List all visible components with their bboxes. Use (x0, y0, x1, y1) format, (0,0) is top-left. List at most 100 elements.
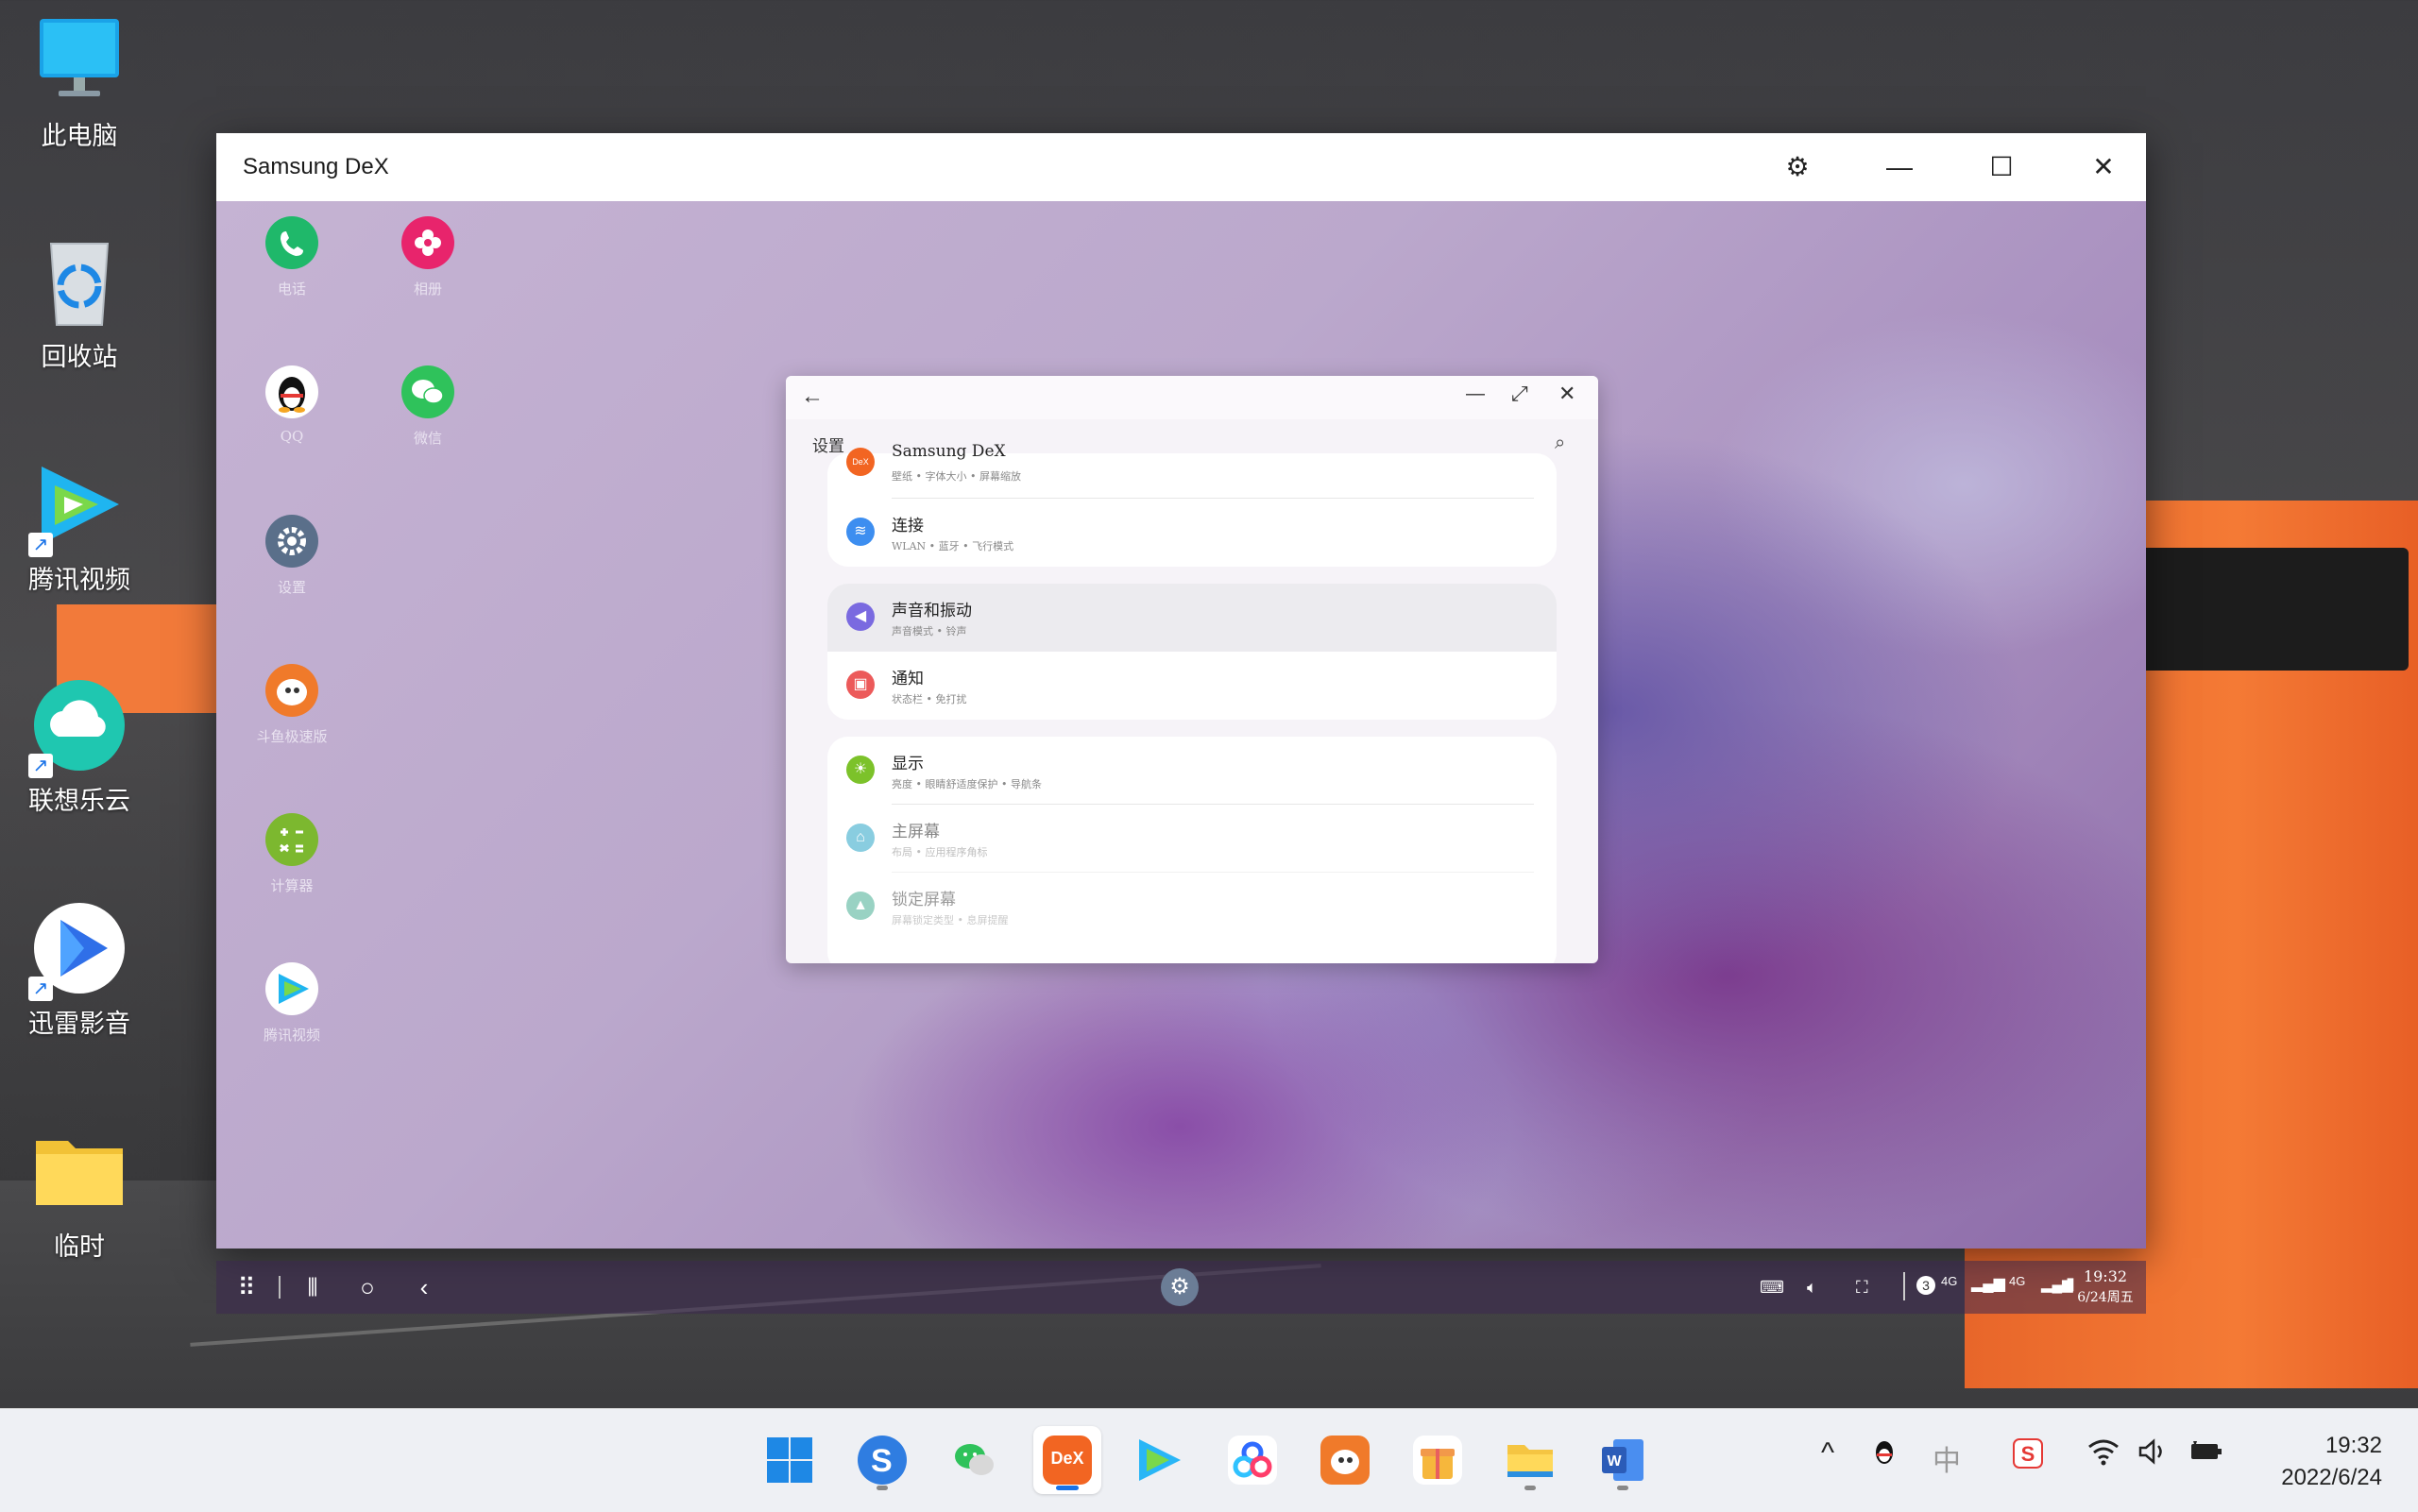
desktop-icon-label: 回收站 (41, 343, 118, 371)
signal-icon: ▂▄▆ (1971, 1276, 2005, 1292)
app-drawer-icon[interactable]: ⠿ (228, 1270, 265, 1304)
back-arrow-icon[interactable]: ← (801, 383, 824, 410)
close-button[interactable]: ✕ (2075, 146, 2132, 188)
screenshot-icon[interactable]: ⛶ (1856, 1278, 1868, 1298)
minimize-button[interactable]: — (1871, 146, 1928, 188)
volume-icon[interactable]: 🔈︎ (1807, 1278, 1817, 1298)
wifi-icon[interactable] (2087, 1437, 2120, 1473)
desktop-icon-folder[interactable]: 临时 (13, 1124, 145, 1263)
sogou-input-icon[interactable]: S (2012, 1437, 2044, 1477)
settings-item-title: 主屏幕 (892, 823, 940, 841)
douyu-icon (1320, 1436, 1370, 1485)
settings-item-samsung-dex[interactable]: DeX Samsung DeX 壁纸 • 字体大小 • 屏幕缩放 (827, 429, 1557, 499)
desktop-icon-tencent-video[interactable]: ↗ 腾讯视频 (13, 457, 145, 596)
running-settings-icon[interactable]: ⚙ (1161, 1268, 1199, 1306)
desktop-icon-lenovo-cloud[interactable]: ↗ 联想乐云 (13, 678, 145, 817)
taskbar-sogou-browser[interactable]: S (848, 1426, 916, 1494)
wifi-icon: ≋ (846, 518, 875, 546)
settings-item-lock-screen[interactable]: ▲ 锁定屏幕 屏幕锁定类型 • 息屏提醒 (827, 873, 1557, 941)
taskbar-wechat[interactable] (941, 1426, 1009, 1494)
settings-item-subtitle: 亮度 • 眼睛舒适度保护 • 导航条 (892, 778, 1042, 790)
taskbar-word[interactable]: W (1589, 1426, 1657, 1494)
settings-item-subtitle: 状态栏 • 免打扰 (892, 693, 967, 705)
dex-window[interactable]: Samsung DeX ⚙ — ☐ ✕ 电话 相册 QQ 微信 设置 斗鱼极速版… (216, 133, 2146, 1314)
windows-start-icon (765, 1436, 814, 1485)
settings-item-title: Samsung DeX (892, 442, 1006, 461)
taskbar-baidu-netdisk[interactable] (1218, 1426, 1286, 1494)
system-clock[interactable]: 19:32 2022/6/24 (2281, 1430, 2382, 1494)
desktop-icon-label: 临时 (54, 1232, 105, 1261)
network-label: 4G (1941, 1274, 1958, 1288)
expand-icon[interactable]: ⤢ (1511, 382, 1528, 406)
recent-apps-icon[interactable]: ⦀ (294, 1270, 332, 1304)
keyboard-icon[interactable]: ⌨ (1760, 1278, 1784, 1298)
minimize-icon[interactable]: — (1466, 383, 1485, 405)
dex-app-label: 斗鱼极速版 (256, 728, 328, 745)
taskbar-tencent-video[interactable] (1126, 1426, 1194, 1494)
recycle-bin-icon (32, 234, 127, 329)
desktop-icon-xunlei-player[interactable]: ↗ 迅雷影音 (13, 901, 145, 1040)
settings-item-connections[interactable]: ≋ 连接 WLAN • 蓝牙 • 飞行模式 (827, 499, 1557, 567)
taskbar-samsung-dex[interactable]: DeX (1033, 1426, 1101, 1494)
settings-item-sound[interactable]: ◀ 声音和振动 声音模式 • 铃声 (827, 584, 1557, 652)
calculator-icon (265, 813, 318, 866)
settings-card: DeX Samsung DeX 壁纸 • 字体大小 • 屏幕缩放 ≋ 连接 WL… (827, 442, 1557, 567)
taskbar-file-explorer[interactable] (1496, 1426, 1564, 1494)
dex-settings-button[interactable]: ⚙ (1769, 146, 1826, 188)
qq-tray-icon[interactable] (1870, 1437, 1899, 1475)
dex-app-douyu[interactable]: 斗鱼极速版 (235, 664, 349, 746)
notification-icon: ▣ (846, 671, 875, 699)
settings-item-display[interactable]: ☀ 显示 亮度 • 眼睛舒适度保护 • 导航条 (827, 737, 1557, 805)
settings-item-subtitle: WLAN • 蓝牙 • 飞行模式 (892, 540, 1014, 552)
desktop-icon-recycle-bin[interactable]: 回收站 (13, 234, 145, 373)
settings-icon (265, 515, 318, 568)
tencent-video-icon (1135, 1436, 1184, 1485)
dex-icon: DeX (846, 448, 875, 476)
settings-item-subtitle: 布局 • 应用程序角标 (892, 846, 988, 858)
dex-app-calculator[interactable]: 计算器 (235, 813, 349, 895)
settings-item-notifications[interactable]: ▣ 通知 状态栏 • 免打扰 (827, 652, 1557, 720)
home-button-icon[interactable]: ○ (349, 1270, 386, 1304)
dex-app-settings[interactable]: 设置 (235, 515, 349, 597)
maximize-button[interactable]: ☐ (1973, 146, 2030, 188)
battery-charging-icon[interactable] (2188, 1437, 2225, 1473)
dex-app-tencent-video[interactable]: 腾讯视频 (235, 962, 349, 1045)
ime-indicator[interactable]: 中 (1933, 1437, 1961, 1479)
notification-badge[interactable]: 3 (1916, 1276, 1935, 1295)
dex-app-label: 设置 (277, 579, 306, 596)
settings-item-title: 通知 (892, 670, 924, 688)
desktop-icon-label: 腾讯视频 (28, 566, 130, 594)
dex-app-gallery[interactable]: 相册 (371, 216, 485, 298)
settings-item-title: 声音和振动 (892, 602, 972, 620)
settings-item-home-screen[interactable]: ⌂ 主屏幕 布局 • 应用程序角标 (827, 805, 1557, 873)
dex-app-label: 电话 (277, 280, 306, 297)
dex-clock[interactable]: 19:32 6/24周五 (2071, 1266, 2139, 1308)
settings-card: ◀ 声音和振动 声音模式 • 铃声 ▣ 通知 状态栏 • 免打扰 (827, 584, 1557, 720)
dex-titlebar[interactable]: Samsung DeX ⚙ — ☐ ✕ (216, 133, 2146, 202)
taskbar-douyu[interactable] (1311, 1426, 1379, 1494)
dex-app-label: 腾讯视频 (263, 1027, 320, 1044)
back-button-icon[interactable]: ‹ (405, 1270, 443, 1304)
volume-icon[interactable] (2137, 1437, 2169, 1473)
system-date: 2022/6/24 (2281, 1465, 2382, 1490)
taskbar-start-button[interactable] (756, 1426, 824, 1494)
settings-item-subtitle: 壁纸 • 字体大小 • 屏幕缩放 (892, 470, 1021, 483)
settings-window[interactable]: ← — ⤢ ✕ 设置 ⌕ DeX Samsung DeX 壁纸 • 字体大小 •… (786, 376, 1598, 963)
desktop-icon-computer[interactable]: 此电脑 (13, 13, 145, 152)
dex-app-qq[interactable]: QQ (235, 365, 349, 445)
dex-app-phone[interactable]: 电话 (235, 216, 349, 298)
settings-window-bar[interactable]: ← — ⤢ ✕ (786, 376, 1598, 419)
tencent-video-icon: ↗ (28, 457, 127, 557)
dex-app-wechat[interactable]: 微信 (371, 365, 485, 448)
show-hidden-icons-chevron-icon[interactable]: ^ (1821, 1437, 1834, 1470)
desktop-icon-label: 联想乐云 (28, 787, 130, 815)
close-icon[interactable]: ✕ (1558, 382, 1575, 406)
dex-screen[interactable]: 电话 相册 QQ 微信 设置 斗鱼极速版 计算器 腾讯视频 ← — ⤢ ✕ 设置… (216, 201, 2146, 1249)
file-explorer-icon (1506, 1436, 1555, 1485)
settings-item-title: 连接 (892, 517, 924, 535)
word-icon: W (1598, 1436, 1647, 1485)
taskbar-gift-app[interactable] (1404, 1426, 1472, 1494)
folder-icon (32, 1124, 127, 1218)
svg-text:W: W (1607, 1453, 1622, 1470)
settings-card: ☀ 显示 亮度 • 眼睛舒适度保护 • 导航条 ⌂ 主屏幕 布局 • 应用程序角… (827, 737, 1557, 963)
